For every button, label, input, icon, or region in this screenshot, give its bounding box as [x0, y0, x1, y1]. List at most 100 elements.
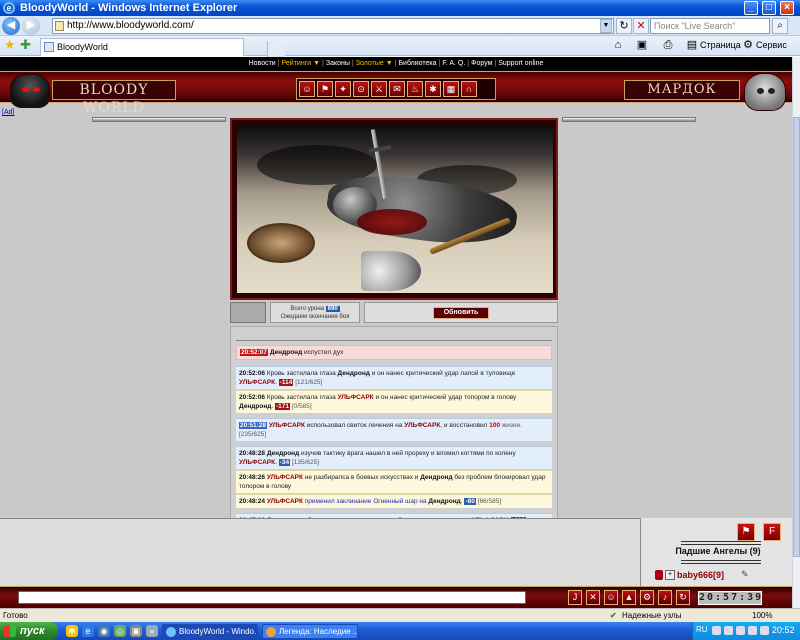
quicklaunch-icon[interactable]: ◉ — [98, 625, 110, 637]
inventory-icon[interactable]: ⚑ — [317, 81, 333, 97]
address-dropdown-icon[interactable]: ▼ — [600, 19, 612, 33]
log-text: испустил дух — [302, 349, 344, 356]
arena-icon[interactable]: ⚔ — [371, 81, 387, 97]
game-clock: 20:57:39 — [698, 591, 764, 605]
game-top-nav: Новости | Рейтинги ▼ | Законы | Золотые ▼ | Библ… — [0, 57, 792, 71]
chat-sound-icon[interactable]: ♪ — [658, 590, 672, 605]
member-info-icon[interactable]: ✎ — [741, 569, 749, 580]
language-indicator[interactable]: RU — [696, 625, 708, 634]
game-nav-item[interactable]: Библиотека — [396, 57, 438, 71]
log-text: Кровь застилала глаза — [265, 394, 338, 401]
site-logo-title[interactable]: BLOODY WORLD — [52, 80, 176, 116]
log-text: 100 — [489, 422, 501, 429]
game-nav-item[interactable]: Новости — [247, 57, 278, 71]
clan-member-name[interactable]: baby666[9] — [677, 570, 724, 580]
game-nav-item[interactable]: Support online — [496, 57, 545, 71]
title-bar: e BloodyWorld - Windows Internet Explore… — [0, 0, 800, 16]
clan-panel: ⚑ F Падшие Ангелы (9) + baby666[9] ✎ — [640, 518, 792, 586]
favorites-star-icon[interactable]: ★ — [4, 38, 16, 52]
chat-filter-icon[interactable]: ▲ — [622, 590, 636, 605]
taskbar-item-bloodyworld[interactable]: BloodyWorld - Windo... — [162, 624, 258, 639]
chat-smiles-icon[interactable]: ☺ — [604, 590, 618, 605]
potion-icon[interactable]: ♨ — [407, 81, 423, 97]
address-input[interactable]: http://www.bloodyworld.com/ — [52, 18, 614, 34]
mail-icon[interactable]: ✉ — [389, 81, 405, 97]
ad-link[interactable]: [Ad] — [2, 109, 14, 116]
tray-icon[interactable] — [724, 626, 733, 635]
quicklaunch-icon[interactable]: » — [146, 625, 158, 637]
game-nav-item[interactable]: Золотые ▼ — [354, 57, 395, 71]
blood-pool-image — [357, 209, 427, 235]
map-icon[interactable]: ⊙ — [353, 81, 369, 97]
tools-menu[interactable]: Сервис — [756, 40, 787, 50]
refresh-cell: Обновить — [364, 302, 558, 323]
stop-icon[interactable]: ✕ — [633, 18, 649, 34]
private-message-icon[interactable]: + — [665, 570, 675, 580]
game-nav-item[interactable]: Законы — [324, 57, 352, 71]
chat-area[interactable] — [0, 518, 640, 586]
print-icon[interactable]: ⎙ — [662, 39, 674, 51]
tab-label: BloodyWorld — [57, 42, 108, 52]
zoom-level[interactable]: 100% — [752, 609, 772, 622]
eye-icon — [22, 87, 29, 92]
tray-icon[interactable] — [736, 626, 745, 635]
ie-quicklaunch-icon[interactable]: e — [82, 625, 94, 637]
log-text: УЛЬФСАРК — [239, 379, 276, 386]
feeds-icon[interactable]: ▣ — [636, 39, 648, 51]
character-icon[interactable]: ☺ — [299, 81, 315, 97]
address-bar: ◀ ▶ http://www.bloodyworld.com/ ▼ ↻ ✕ По… — [0, 16, 800, 36]
log-entries: 20:52:07 Дендронд испустил дух 20:52:06 К… — [236, 345, 552, 536]
chat-refresh-icon[interactable]: ↻ — [676, 590, 690, 605]
character-name[interactable]: МАРДОК — [624, 80, 740, 100]
quest-icon[interactable]: ✱ — [425, 81, 441, 97]
back-button[interactable]: ◀ — [2, 17, 20, 35]
search-icon[interactable]: ⌕ — [772, 18, 788, 34]
maximize-button[interactable]: □ — [762, 1, 776, 15]
skills-icon[interactable]: ✦ — [335, 81, 351, 97]
game-nav-item[interactable]: F. A. Q. — [440, 57, 467, 71]
info-icon[interactable]: ▦ — [443, 81, 459, 97]
minimize-button[interactable]: _ — [744, 1, 758, 15]
taskbar-item-legenda[interactable]: Легенда: Наследие ... — [262, 624, 358, 639]
search-input[interactable]: Поиск "Live Search" — [650, 18, 770, 34]
start-button[interactable]: пуск — [0, 622, 58, 640]
right-hp-bar — [562, 117, 696, 122]
log-text: Дендронд — [420, 474, 453, 481]
scrollbar-thumb[interactable] — [793, 117, 800, 557]
chat-settings-icon[interactable]: ⚙ — [640, 590, 654, 605]
taskbar: пуск ✱ e ◉ ◎ ▣ » BloodyWorld - Windo... … — [0, 622, 800, 640]
shield-image — [247, 223, 315, 263]
quicklaunch-icon[interactable]: ▣ — [130, 625, 142, 637]
chat-send-icon[interactable]: J — [568, 590, 582, 605]
clan-chat-icon[interactable]: ⚑ — [737, 523, 755, 541]
chat-input[interactable] — [18, 591, 526, 604]
security-zone[interactable]: Надежные узлы — [622, 609, 681, 622]
page-menu[interactable]: Страница — [700, 40, 741, 50]
volume-icon[interactable] — [760, 626, 769, 635]
home-icon[interactable]: ⌂ — [612, 39, 624, 51]
quicklaunch-icon[interactable]: ✱ — [66, 625, 78, 637]
exit-icon[interactable]: ∩ — [461, 81, 477, 97]
tray-icon[interactable] — [748, 626, 757, 635]
log-text: -34 — [278, 459, 291, 466]
page-menu-icon[interactable]: ▤ — [686, 39, 698, 51]
log-text: УЛЬФСАРК — [239, 459, 276, 466]
eye-icon — [757, 88, 764, 94]
total-damage-label: Всего урона — [290, 306, 324, 312]
refresh-battle-button[interactable]: Обновить — [433, 307, 489, 319]
tools-gear-icon[interactable]: ⚙ — [742, 39, 754, 51]
quicklaunch-icon[interactable]: ◎ — [114, 625, 126, 637]
clan-flag-icon[interactable]: F — [763, 523, 781, 541]
vertical-scrollbar[interactable] — [792, 57, 800, 608]
new-tab-button[interactable] — [267, 41, 285, 57]
chat-clear-icon[interactable]: ✕ — [586, 590, 600, 605]
tab-bloodyworld[interactable]: BloodyWorld — [40, 38, 285, 57]
forward-button[interactable]: ▶ — [22, 17, 40, 35]
close-button[interactable]: × — [780, 1, 794, 15]
tray-icon[interactable] — [712, 626, 721, 635]
status-empty-cell — [230, 302, 266, 323]
refresh-icon[interactable]: ↻ — [616, 18, 632, 34]
game-nav-item[interactable]: Рейтинги ▼ — [280, 57, 322, 71]
game-nav-item[interactable]: Форум — [469, 57, 494, 71]
add-favorite-icon[interactable]: ✚ — [20, 38, 31, 52]
